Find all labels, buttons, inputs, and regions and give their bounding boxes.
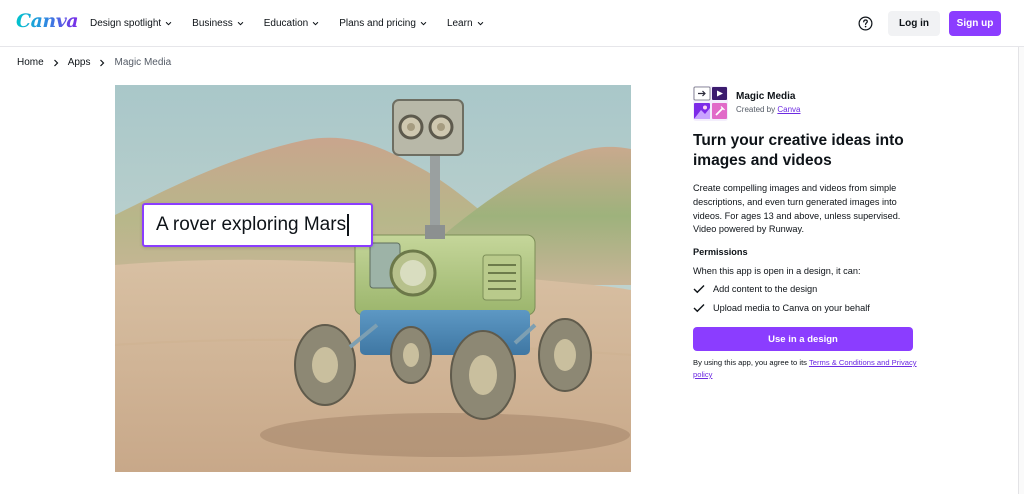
app-name: Magic Media <box>736 91 796 102</box>
terms-notice: By using this app, you agree to its Term… <box>693 357 918 381</box>
checkmark-icon <box>693 285 705 294</box>
nav-education[interactable]: Education <box>264 18 319 29</box>
nav-plans-and-pricing[interactable]: Plans and pricing <box>339 18 427 29</box>
chevron-right-icon <box>100 59 105 66</box>
breadcrumb: Home Apps Magic Media <box>17 57 171 68</box>
hero-image: A rover exploring Mars <box>115 85 631 472</box>
checkmark-icon <box>693 304 705 313</box>
nav-label: Plans and pricing <box>339 18 416 29</box>
creator-link[interactable]: Canva <box>777 105 800 114</box>
chevron-down-icon <box>420 21 427 26</box>
scrollbar-track[interactable] <box>1018 47 1024 494</box>
nav-label: Learn <box>446 18 473 29</box>
magic-media-app-icon <box>693 86 728 121</box>
top-navigation: Canva Design spotlight Business Educatio… <box>0 0 1024 47</box>
chevron-down-icon <box>477 21 483 26</box>
breadcrumb-current: Magic Media <box>114 57 172 68</box>
chevron-right-icon <box>53 59 59 66</box>
breadcrumb-home[interactable]: Home <box>17 57 44 68</box>
nav-learn[interactable]: Learn <box>447 18 484 29</box>
question-circle-icon[interactable] <box>858 16 873 31</box>
use-in-a-design-button[interactable]: Use in a design <box>693 327 913 351</box>
permission-label: Upload media to Canva on your behalf <box>713 303 870 313</box>
chevron-down-icon <box>165 21 172 26</box>
app-headline: Turn your creative ideas into images and… <box>693 132 904 169</box>
nav-label: Business <box>192 18 233 29</box>
chevron-down-icon <box>237 21 244 26</box>
nav-business[interactable]: Business <box>192 18 244 29</box>
created-by: Created by Canva <box>736 105 801 114</box>
terms-prefix: By using this app, you agree to its <box>693 358 809 367</box>
permission-item: Add content to the design <box>693 284 817 294</box>
breadcrumb-apps[interactable]: Apps <box>68 57 91 68</box>
text-cursor <box>347 214 349 236</box>
app-description: Create compelling images and videos from… <box>693 183 901 235</box>
permissions-intro: When this app is open in a design, it ca… <box>693 266 861 276</box>
nav-label: Design spotlight <box>90 18 162 29</box>
log-in-button[interactable]: Log in <box>888 11 940 36</box>
prompt-input-overlay: A rover exploring Mars <box>142 203 373 247</box>
sign-up-button[interactable]: Sign up <box>949 11 1001 36</box>
rover-illustration <box>115 85 631 472</box>
permission-item: Upload media to Canva on your behalf <box>693 303 870 313</box>
canva-logo[interactable]: Canva <box>16 10 79 32</box>
permission-label: Add content to the design <box>713 284 818 294</box>
chevron-down-icon <box>312 21 319 26</box>
permissions-title: Permissions <box>693 247 748 257</box>
nav-label: Education <box>263 18 309 29</box>
nav-design-spotlight[interactable]: Design spotlight <box>90 18 172 29</box>
created-by-label: Created by <box>736 105 776 114</box>
nav-menu: Design spotlight Business Education Plan… <box>90 0 504 47</box>
prompt-text: A rover exploring Mars <box>156 214 347 235</box>
